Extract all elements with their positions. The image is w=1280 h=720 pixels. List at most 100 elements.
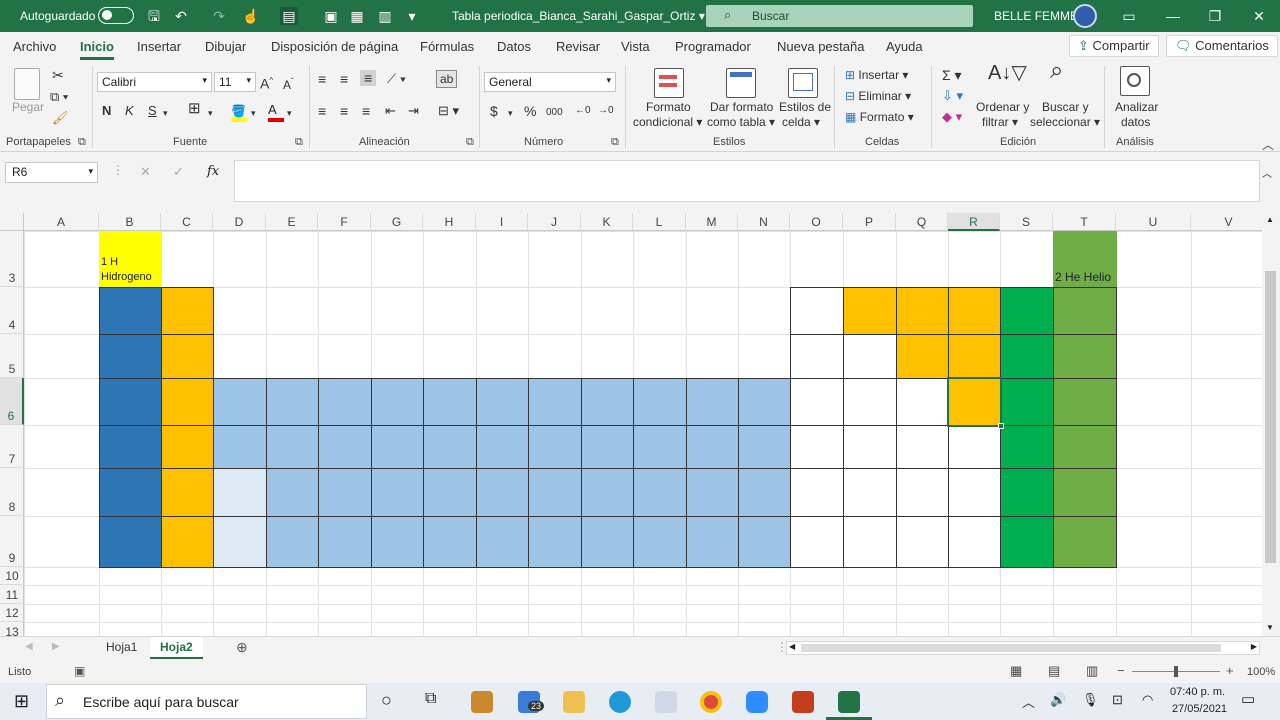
element-cell-i7[interactable] xyxy=(476,425,529,469)
element-cell-p9[interactable] xyxy=(843,516,897,568)
conditional-format-label-2[interactable]: condicional ▾ xyxy=(633,115,702,129)
element-cell-s9[interactable] xyxy=(1000,516,1054,568)
excel-icon[interactable] xyxy=(838,691,860,713)
column-header-b[interactable]: B xyxy=(99,213,161,231)
column-header-s[interactable]: S xyxy=(1000,213,1053,231)
tab-programador[interactable]: Programador xyxy=(675,39,751,54)
add-sheet-icon[interactable]: ⊕ xyxy=(236,639,248,656)
paste-icon[interactable] xyxy=(14,68,40,100)
clear-icon[interactable]: ◆ ▾ xyxy=(942,110,962,124)
conditional-format-icon[interactable] xyxy=(654,68,684,98)
font-color-dropdown-icon[interactable]: ▾ xyxy=(287,106,292,120)
element-cell-q6[interactable] xyxy=(896,378,949,426)
row-header-8[interactable]: 8 xyxy=(0,468,24,516)
element-cell-i6[interactable] xyxy=(476,378,529,426)
element-cell-i9[interactable] xyxy=(476,516,529,568)
element-cell-f7[interactable] xyxy=(318,425,372,469)
ribbon-display-icon[interactable]: ▭ xyxy=(1120,7,1138,25)
sort-filter-icon[interactable]: A↓▽ xyxy=(988,63,1027,83)
camera-icon[interactable]: ▦ xyxy=(348,7,366,25)
cell-styles-icon[interactable] xyxy=(788,68,818,98)
edge-icon[interactable] xyxy=(609,691,631,713)
element-cell-n7[interactable] xyxy=(738,425,791,469)
element-cell-t8[interactable] xyxy=(1053,468,1117,517)
element-cell-t4[interactable] xyxy=(1053,287,1117,335)
element-cell-r4[interactable] xyxy=(948,287,1001,335)
increase-decimal-icon[interactable]: ←0 xyxy=(575,104,591,118)
element-cell-g9[interactable] xyxy=(371,516,424,568)
element-cell-o6[interactable] xyxy=(790,378,844,426)
sheet-tab-hoja1[interactable]: Hoja1 xyxy=(96,637,147,659)
taskbar-search-box[interactable]: ⌕ Escribe aquí para buscar xyxy=(46,684,367,719)
comments-button[interactable]: 🗨 Comentarios xyxy=(1166,35,1278,57)
element-cell-n6[interactable] xyxy=(738,378,791,426)
format-as-table-label-1[interactable]: Dar formato xyxy=(710,100,773,114)
zoom-out-icon[interactable]: − xyxy=(1117,663,1125,678)
tab-ayuda[interactable]: Ayuda xyxy=(886,39,923,54)
row-header-3[interactable]: 3 xyxy=(0,231,24,287)
minimize-icon[interactable]: — xyxy=(1164,7,1182,25)
align-center-icon[interactable]: ≡ xyxy=(340,104,348,118)
element-cell-f8[interactable] xyxy=(318,468,372,517)
element-cell-p6[interactable] xyxy=(843,378,897,426)
element-cell-p7[interactable] xyxy=(843,425,897,469)
page-layout-icon[interactable]: ▤ xyxy=(1048,663,1060,679)
microphone-icon[interactable]: 🎙 xyxy=(1082,692,1099,708)
font-launcher-icon[interactable]: ⧉ xyxy=(295,136,303,149)
grow-font-icon[interactable]: A^ xyxy=(260,74,273,91)
tab-revisar[interactable]: Revisar xyxy=(556,39,600,54)
formula-bar-options-icon[interactable]: ⋮ xyxy=(112,163,124,177)
alignment-launcher-icon[interactable]: ⧉ xyxy=(466,136,474,149)
format-painter-icon[interactable]: 🖌 xyxy=(52,111,69,125)
prev-sheet-icon[interactable]: ◀ xyxy=(25,641,33,652)
align-left-icon[interactable]: ≡ xyxy=(318,104,326,118)
paste-label[interactable]: Pegar xyxy=(12,100,44,114)
confirm-entry-icon[interactable]: ✓ xyxy=(173,164,184,180)
share-button[interactable]: ⇪ Compartir xyxy=(1069,35,1159,57)
customize-qat-icon[interactable]: ▾ xyxy=(403,7,421,25)
element-cell-b5[interactable] xyxy=(99,334,162,379)
table-icon[interactable]: ▥ xyxy=(376,7,394,25)
element-cell-r9[interactable] xyxy=(948,516,1001,568)
element-cell-d8[interactable] xyxy=(213,468,267,517)
column-header-j[interactable]: J xyxy=(528,213,581,231)
scroll-right-icon[interactable]: ▶ xyxy=(1251,642,1257,651)
column-header-d[interactable]: D xyxy=(213,213,266,231)
decrease-indent-icon[interactable]: ⇤ xyxy=(385,104,396,118)
fill-handle[interactable] xyxy=(998,423,1004,429)
element-cell-l7[interactable] xyxy=(633,425,687,469)
element-cell-b4[interactable] xyxy=(99,287,162,335)
increase-indent-icon[interactable]: ⇥ xyxy=(408,104,419,118)
column-header-e[interactable]: E xyxy=(266,213,318,231)
zoom-slider-thumb[interactable] xyxy=(1174,666,1178,677)
shrink-font-icon[interactable]: Aˇ xyxy=(283,75,294,92)
insert-cells-button[interactable]: ⊞ Insertar ▾ xyxy=(845,68,908,82)
column-header-o[interactable]: O xyxy=(790,213,843,231)
column-header-i[interactable]: I xyxy=(476,213,528,231)
align-bottom-icon[interactable]: ≡ xyxy=(360,70,377,86)
element-cell-q5[interactable] xyxy=(896,334,949,379)
element-cell-i8[interactable] xyxy=(476,468,529,517)
scroll-down-icon[interactable]: ▼ xyxy=(1266,623,1274,632)
orientation-icon[interactable]: ⟋ ▾ xyxy=(387,72,406,86)
element-cell-d6[interactable] xyxy=(213,378,267,426)
element-cell-h8[interactable] xyxy=(423,468,477,517)
element-cell-e6[interactable] xyxy=(266,378,319,426)
scroll-thumb[interactable] xyxy=(1265,271,1276,563)
element-cell-c7[interactable] xyxy=(161,425,214,469)
file-explorer-icon[interactable] xyxy=(563,691,585,713)
row-header-9[interactable]: 9 xyxy=(0,516,24,567)
find-select-icon[interactable]: ⌕ xyxy=(1050,59,1063,83)
wrap-text-icon[interactable]: ab xyxy=(436,70,458,88)
format-as-table-label-2[interactable]: como tabla ▾ xyxy=(707,115,775,129)
restore-icon[interactable]: ❐ xyxy=(1206,7,1224,25)
worksheet-grid[interactable]: 1 H Hidrogeno 2 He Helio xyxy=(24,231,1262,636)
element-cell-k8[interactable] xyxy=(581,468,634,517)
column-header-l[interactable]: L xyxy=(633,213,686,231)
element-cell-o9[interactable] xyxy=(790,516,844,568)
task-view-icon[interactable]: ⧉ xyxy=(425,690,436,708)
fill-dropdown-icon[interactable]: ▾ xyxy=(251,106,256,120)
column-header-q[interactable]: Q xyxy=(896,213,948,231)
element-cell-s7[interactable] xyxy=(1000,425,1054,469)
column-header-n[interactable]: N xyxy=(738,213,790,231)
